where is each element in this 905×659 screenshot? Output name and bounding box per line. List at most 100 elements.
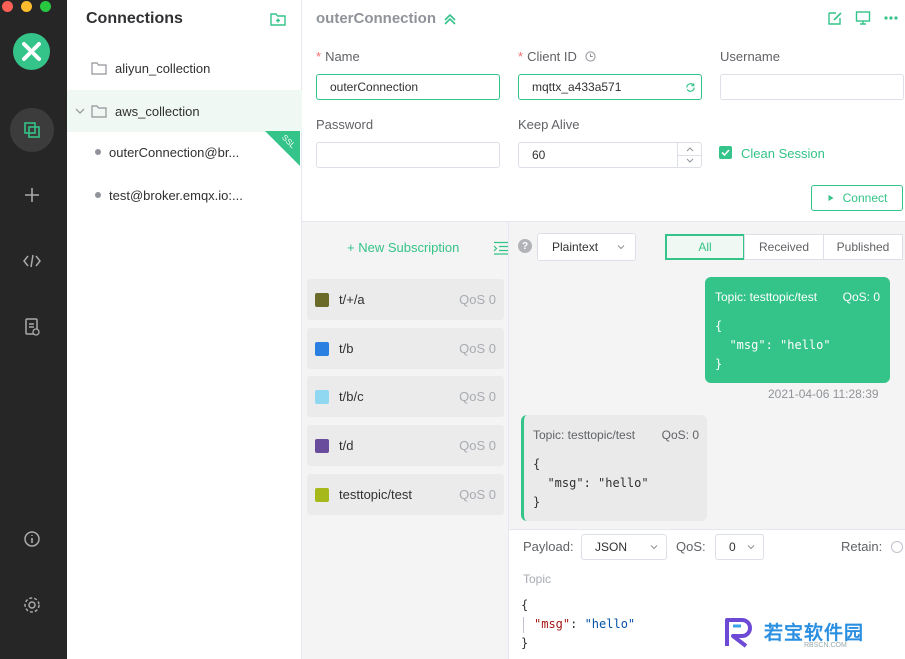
status-dot xyxy=(95,192,101,198)
topic-color-swatch[interactable] xyxy=(315,341,329,356)
filter-received[interactable]: Received xyxy=(744,234,824,260)
client-id-input[interactable]: mqttx_a433a571 xyxy=(518,74,702,100)
topic-color-swatch[interactable] xyxy=(315,487,329,502)
message-timestamp: 2021-04-06 11:28:39 xyxy=(768,387,879,401)
subscription-item[interactable]: t/+/a QoS 0 xyxy=(307,279,504,320)
clean-session-label[interactable]: Clean Session xyxy=(741,146,825,161)
chevron-down-icon xyxy=(617,245,625,250)
new-subscription-button[interactable]: + New Subscription xyxy=(347,240,459,255)
about-nav-button[interactable] xyxy=(10,517,54,561)
payload-editor[interactable]: { "msg": "hello" } xyxy=(521,596,635,653)
message-qos: QoS: 0 xyxy=(661,428,699,442)
topic-color-swatch[interactable] xyxy=(315,389,329,404)
new-folder-icon[interactable] xyxy=(270,11,286,27)
subscription-topic: t/b/c xyxy=(339,389,364,404)
maximize-window-button[interactable] xyxy=(40,1,51,12)
subscription-item[interactable]: t/d QoS 0 xyxy=(307,425,504,466)
connection-title: outerConnection xyxy=(316,10,436,27)
received-message[interactable]: Topic: testtopic/test QoS: 0 { "msg": "h… xyxy=(521,415,707,521)
collection-label: aws_collection xyxy=(115,103,200,119)
keep-alive-input[interactable]: 60 xyxy=(518,142,702,168)
keep-alive-stepper[interactable] xyxy=(677,143,702,167)
keep-alive-label: Keep Alive xyxy=(518,117,580,132)
topic-color-swatch[interactable] xyxy=(315,292,329,307)
connection-label: outerConnection@br... xyxy=(109,144,240,160)
published-message[interactable]: Topic: testtopic/test QoS: 0 { "msg": "h… xyxy=(705,277,890,383)
username-label: Username xyxy=(720,49,780,64)
connect-button[interactable]: Connect xyxy=(811,185,903,211)
help-icon[interactable]: ? xyxy=(518,239,532,253)
watermark: 若宝软件园 RBSCN.COM xyxy=(722,614,892,654)
password-input[interactable] xyxy=(316,142,500,168)
connections-icon xyxy=(24,122,40,138)
code-icon xyxy=(23,254,41,268)
minimize-window-button[interactable] xyxy=(21,1,32,12)
topic-input[interactable]: Topic xyxy=(523,572,551,586)
chevron-up-icon xyxy=(686,147,694,152)
subscription-topic: t/b xyxy=(339,341,354,356)
collapse-list-icon[interactable] xyxy=(493,241,509,255)
password-label: Password xyxy=(316,117,374,132)
filter-all[interactable]: All xyxy=(665,234,745,260)
log-nav-button[interactable] xyxy=(10,305,54,349)
client-id-label: * Client ID xyxy=(518,49,596,64)
connection-label: test@broker.emqx.io:... xyxy=(109,187,243,203)
message-payload: { "msg": "hello" } xyxy=(715,319,831,371)
check-icon xyxy=(721,149,730,157)
subscription-qos: QoS 0 xyxy=(459,341,496,356)
watermark-text: 若宝软件园 xyxy=(764,623,865,644)
connection-list-panel: Connections aliyun_collection aws_collec… xyxy=(67,0,302,659)
subscription-topic: t/d xyxy=(339,438,354,453)
chevron-down-icon[interactable] xyxy=(75,106,85,116)
message-qos: QoS: 0 xyxy=(842,290,880,304)
retain-toggle[interactable] xyxy=(891,541,903,553)
filter-published[interactable]: Published xyxy=(823,234,903,260)
status-dot xyxy=(95,149,101,155)
subscription-item[interactable]: t/b/c QoS 0 xyxy=(307,376,504,417)
message-payload: { "msg": "hello" } xyxy=(533,457,649,509)
app-rail xyxy=(0,0,67,659)
folder-icon xyxy=(91,62,107,75)
plus-icon xyxy=(25,188,39,202)
name-input[interactable]: outerConnection xyxy=(316,74,500,100)
subscription-item[interactable]: testtopic/test QoS 0 xyxy=(307,474,504,515)
monitor-icon[interactable] xyxy=(855,10,871,26)
gear-icon xyxy=(24,597,40,613)
connections-title: Connections xyxy=(86,10,183,27)
chevron-down-icon xyxy=(686,158,694,163)
retain-label: Retain: xyxy=(841,539,883,554)
username-input[interactable] xyxy=(720,74,904,100)
topic-color-swatch[interactable] xyxy=(315,438,329,453)
message-topic: Topic: testtopic/test xyxy=(715,290,818,304)
new-connection-nav-button[interactable] xyxy=(10,173,54,217)
message-filter-tabs: All Received Published xyxy=(665,234,903,260)
subscription-qos: QoS 0 xyxy=(459,438,496,453)
payload-label: Payload: xyxy=(523,539,574,554)
connections-nav-button[interactable] xyxy=(10,108,54,152)
payload-format-select[interactable]: JSON xyxy=(581,534,667,560)
collection-aliyun[interactable]: aliyun_collection xyxy=(67,47,302,89)
settings-nav-button[interactable] xyxy=(10,583,54,627)
clean-session-checkbox[interactable] xyxy=(719,146,732,159)
watermark-logo-icon xyxy=(725,618,752,648)
collection-aws[interactable]: aws_collection xyxy=(67,90,302,132)
connection-item-test[interactable]: test@broker.emqx.io:... xyxy=(67,174,302,216)
play-icon xyxy=(828,195,834,201)
subscription-qos: QoS 0 xyxy=(459,487,496,502)
collection-label: aliyun_collection xyxy=(115,60,211,76)
more-icon[interactable] xyxy=(883,10,899,26)
log-icon xyxy=(25,318,40,336)
payload-type-select[interactable]: Plaintext xyxy=(537,233,636,261)
qos-select[interactable]: 0 xyxy=(715,534,764,560)
close-window-button[interactable] xyxy=(2,1,13,12)
subscription-topic: testtopic/test xyxy=(339,487,412,502)
folder-icon xyxy=(91,105,107,118)
subscription-qos: QoS 0 xyxy=(459,389,496,404)
subscription-item[interactable]: t/b QoS 0 xyxy=(307,328,504,369)
refresh-icon[interactable] xyxy=(685,82,696,93)
edit-icon[interactable] xyxy=(827,10,843,26)
messages-panel: ? Plaintext All Received Published Topic… xyxy=(509,222,905,529)
script-nav-button[interactable] xyxy=(10,239,54,283)
chevron-down-icon xyxy=(650,545,658,550)
collapse-chevron-icon[interactable] xyxy=(442,11,458,27)
